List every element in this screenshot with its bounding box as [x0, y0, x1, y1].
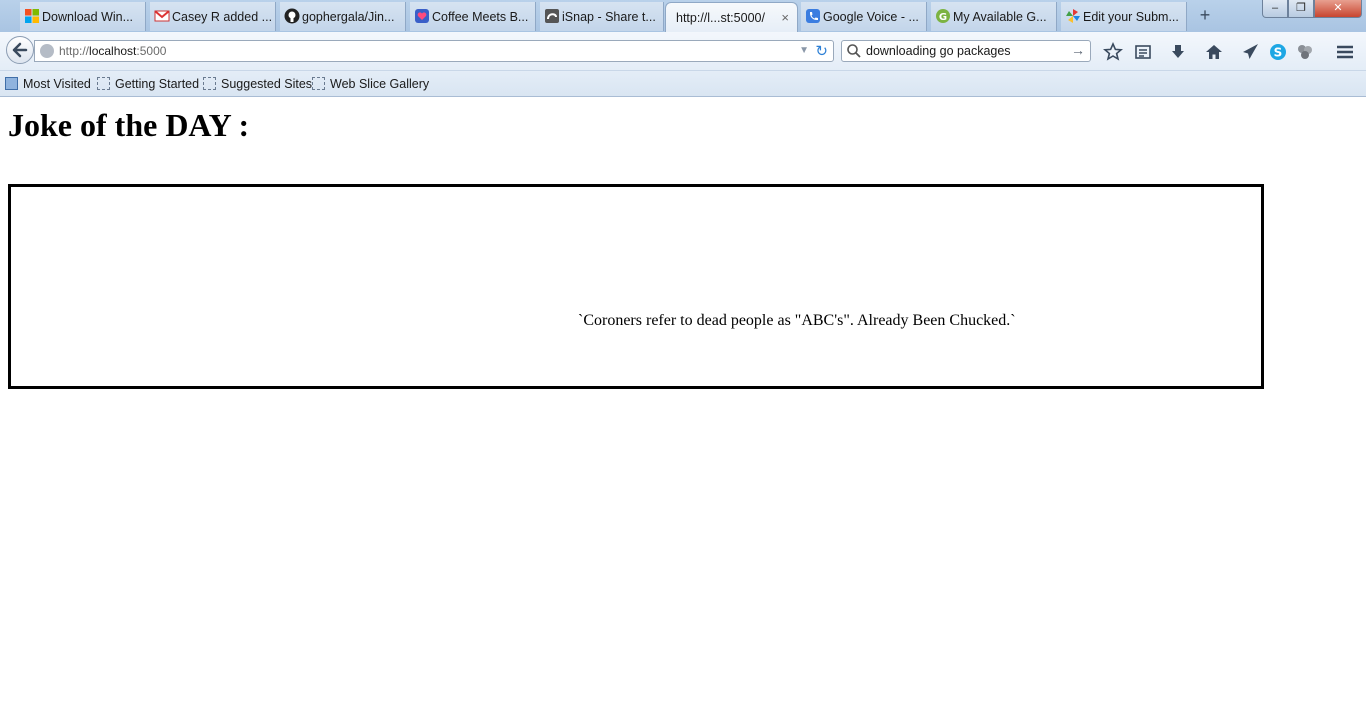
send-icon[interactable]: [1240, 42, 1260, 62]
reading-list-icon[interactable]: [1133, 42, 1153, 62]
tab-google-voice[interactable]: Google Voice - ...: [801, 2, 927, 31]
home-icon[interactable]: [1204, 42, 1224, 62]
tab-label: gophergala/Jin...: [302, 9, 395, 24]
bookmark-label: Suggested Sites: [221, 77, 313, 91]
reload-icon[interactable]: ↻: [815, 42, 828, 60]
bookmark-label: Web Slice Gallery: [330, 77, 430, 91]
tab-localhost[interactable]: http://l...st:5000/ ×: [665, 2, 798, 32]
page-title: Joke of the DAY :: [8, 107, 250, 143]
heart-app-icon: [415, 9, 429, 23]
g-logo-icon: G: [936, 9, 950, 23]
star-icon[interactable]: [1103, 42, 1123, 62]
pinwheel-icon: [1066, 9, 1080, 23]
tab-isnap[interactable]: iSnap - Share t...: [540, 2, 664, 31]
maximize-button[interactable]: ❐: [1288, 0, 1314, 18]
svg-text:G: G: [939, 12, 947, 23]
tab-label: iSnap - Share t...: [562, 9, 656, 24]
back-arrow-icon: [12, 42, 28, 58]
tab-label: Edit your Subm...: [1083, 9, 1179, 24]
download-icon[interactable]: [1168, 42, 1188, 62]
minimize-button[interactable]: ‒: [1262, 0, 1288, 18]
search-icon: [847, 44, 861, 58]
bookmark-getting-started[interactable]: Getting Started: [97, 76, 199, 92]
search-box[interactable]: downloading go packages →: [841, 40, 1091, 62]
new-tab-button[interactable]: +: [1196, 6, 1214, 24]
tab-label: Download Win...: [42, 9, 134, 24]
tab-label: Casey R added ...: [172, 9, 273, 24]
menu-icon[interactable]: [1335, 42, 1355, 62]
tab-github[interactable]: gophergala/Jin...: [280, 2, 406, 31]
joke-text: `Coroners refer to dead people as "ABC's…: [578, 312, 1016, 329]
joke-box: `Coroners refer to dead people as "ABC's…: [8, 184, 1264, 389]
navigation-toolbar: http://localhost:5000 ▼ ↻ downloading go…: [0, 32, 1366, 71]
tab-label: Coffee Meets B...: [432, 9, 529, 24]
tab-gmail[interactable]: Casey R added ...: [150, 2, 276, 31]
tab-coffee-meets-bagel[interactable]: Coffee Meets B...: [410, 2, 536, 31]
skype-icon[interactable]: S: [1268, 42, 1288, 62]
bookmark-page-icon: [97, 77, 110, 90]
phone-icon: [806, 9, 820, 23]
globe-icon: [40, 44, 54, 58]
isnap-icon: [545, 9, 559, 23]
back-button[interactable]: [6, 36, 34, 64]
bookmark-label: Getting Started: [115, 77, 200, 91]
close-tab-icon[interactable]: ×: [781, 10, 789, 25]
github-icon: [284, 8, 300, 24]
extension-icon[interactable]: [1295, 42, 1315, 62]
bookmark-suggested-sites[interactable]: Suggested Sites: [203, 76, 312, 92]
bookmark-most-visited[interactable]: Most Visited: [5, 76, 91, 92]
tab-download-windows[interactable]: Download Win...: [20, 2, 146, 31]
search-go-icon[interactable]: →: [1071, 42, 1085, 58]
url-bar[interactable]: http://localhost:5000 ▼ ↻: [34, 40, 834, 62]
svg-text:S: S: [1274, 46, 1283, 60]
most-visited-folder-icon: [5, 77, 18, 90]
bookmark-page-icon: [312, 77, 325, 90]
bookmark-label: Most Visited: [23, 77, 91, 91]
tab-edit-submission[interactable]: Edit your Subm...: [1061, 2, 1187, 31]
bookmarks-toolbar: Most Visited Getting Started Suggested S…: [0, 71, 1366, 97]
close-window-button[interactable]: ✕: [1314, 0, 1362, 18]
search-input[interactable]: downloading go packages: [866, 44, 1011, 58]
tab-strip: Download Win... Casey R added ... gopher…: [0, 0, 1366, 32]
windows-logo-icon: [25, 9, 39, 23]
bookmark-web-slice-gallery[interactable]: Web Slice Gallery: [312, 76, 429, 92]
gmail-icon: [154, 10, 170, 22]
bookmark-page-icon: [203, 77, 216, 90]
tab-label: My Available G...: [953, 9, 1047, 24]
page-content: Joke of the DAY : `Coroners refer to dea…: [0, 97, 1366, 728]
url-text[interactable]: http://localhost:5000: [59, 44, 166, 58]
tab-label: http://l...st:5000/: [676, 10, 765, 25]
tab-my-available[interactable]: G My Available G...: [931, 2, 1057, 31]
url-history-dropdown-icon[interactable]: ▼: [799, 45, 809, 56]
tab-label: Google Voice - ...: [823, 9, 919, 24]
